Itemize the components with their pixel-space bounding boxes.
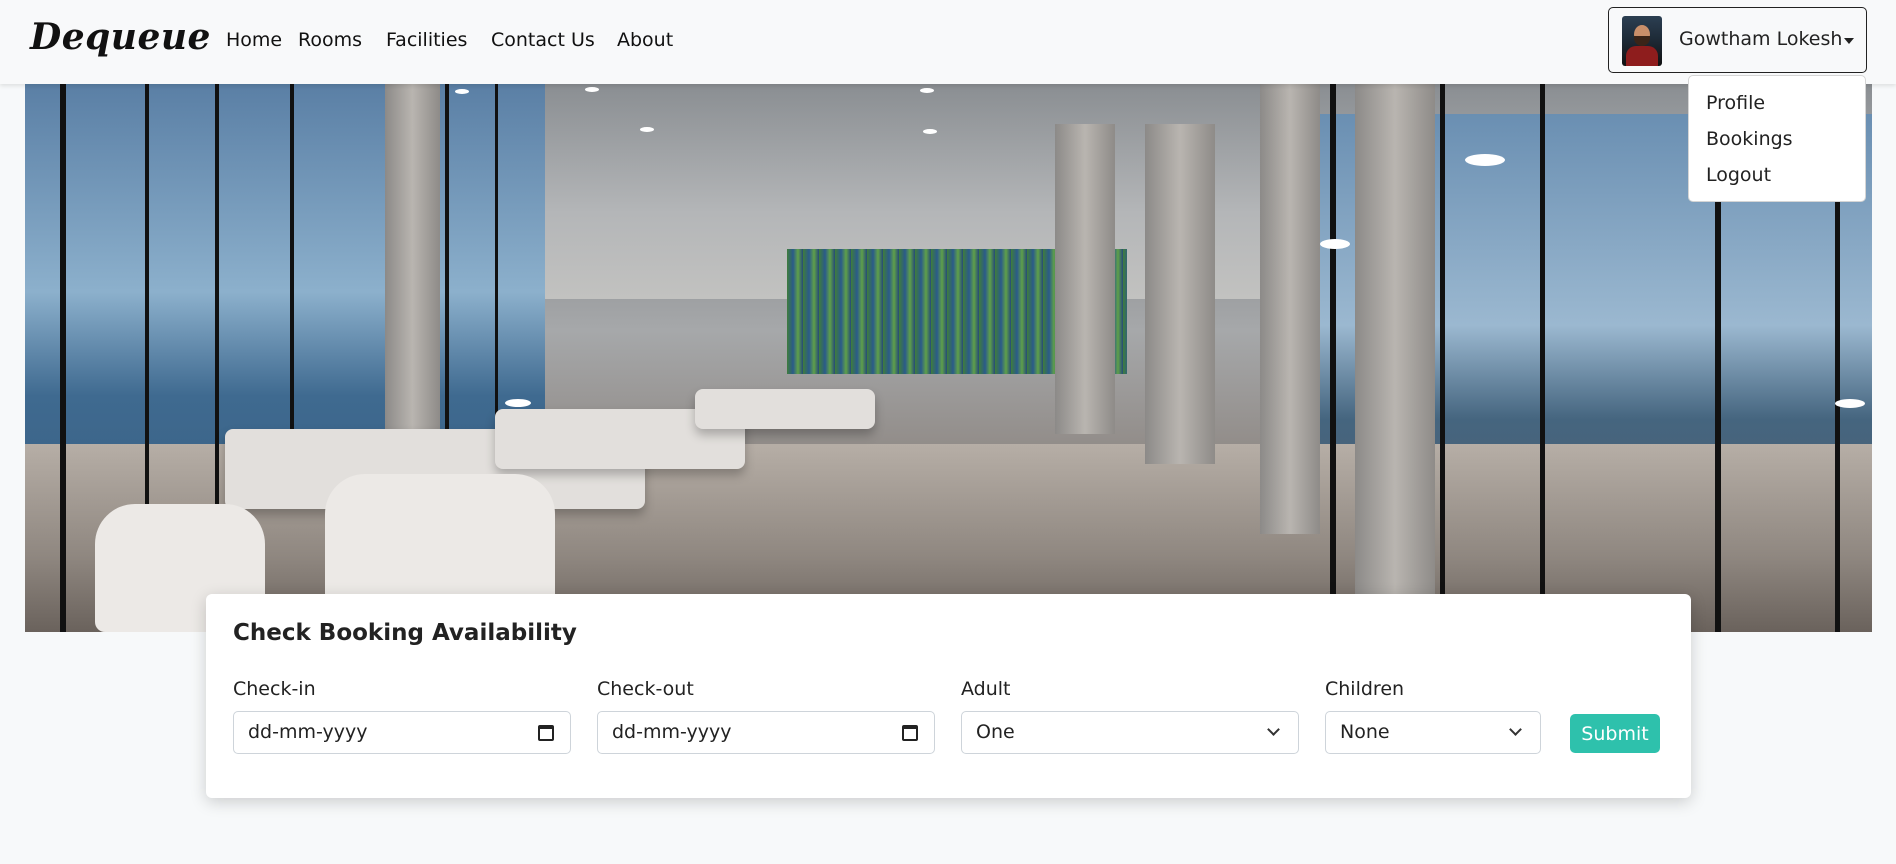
dropdown-item-bookings[interactable]: Bookings — [1689, 124, 1865, 160]
nav-contact-us[interactable]: Contact Us — [491, 29, 595, 51]
user-name: Gowtham Lokesh — [1679, 28, 1843, 50]
dropdown-item-profile[interactable]: Profile — [1689, 88, 1865, 124]
children-label: Children — [1325, 678, 1405, 700]
submit-button[interactable]: Submit — [1570, 714, 1660, 753]
hero-image — [25, 84, 1872, 632]
nav-home[interactable]: Home — [226, 29, 282, 51]
booking-card: Check Booking Availability Check-in dd-m… — [206, 594, 1691, 798]
chevron-down-icon — [1267, 723, 1280, 736]
children-selected-value: None — [1340, 721, 1390, 743]
chevron-down-icon — [1509, 723, 1522, 736]
avatar — [1622, 16, 1662, 66]
user-dropdown-menu: Profile Bookings Logout — [1688, 75, 1866, 202]
adult-selected-value: One — [976, 721, 1015, 743]
nav-rooms[interactable]: Rooms — [298, 29, 362, 51]
nav-about[interactable]: About — [617, 29, 673, 51]
brand-logo[interactable]: Dequeue — [30, 16, 211, 58]
user-menu-button[interactable]: Gowtham Lokesh — [1608, 7, 1867, 73]
calendar-icon[interactable] — [902, 725, 918, 741]
adult-select[interactable]: One — [961, 711, 1299, 754]
dropdown-item-logout[interactable]: Logout — [1689, 160, 1865, 196]
checkout-placeholder: dd-mm-yyyy — [612, 721, 732, 743]
navbar: Dequeue Home Rooms Facilities Contact Us… — [0, 0, 1896, 84]
checkin-placeholder: dd-mm-yyyy — [248, 721, 368, 743]
caret-down-icon — [1844, 38, 1854, 44]
children-select[interactable]: None — [1325, 711, 1541, 754]
checkout-input[interactable]: dd-mm-yyyy — [597, 711, 935, 754]
nav-facilities[interactable]: Facilities — [386, 29, 467, 51]
checkout-label: Check-out — [597, 678, 694, 700]
checkin-input[interactable]: dd-mm-yyyy — [233, 711, 571, 754]
calendar-icon[interactable] — [538, 725, 554, 741]
adult-label: Adult — [961, 678, 1011, 700]
checkin-label: Check-in — [233, 678, 316, 700]
booking-title: Check Booking Availability — [233, 620, 577, 646]
